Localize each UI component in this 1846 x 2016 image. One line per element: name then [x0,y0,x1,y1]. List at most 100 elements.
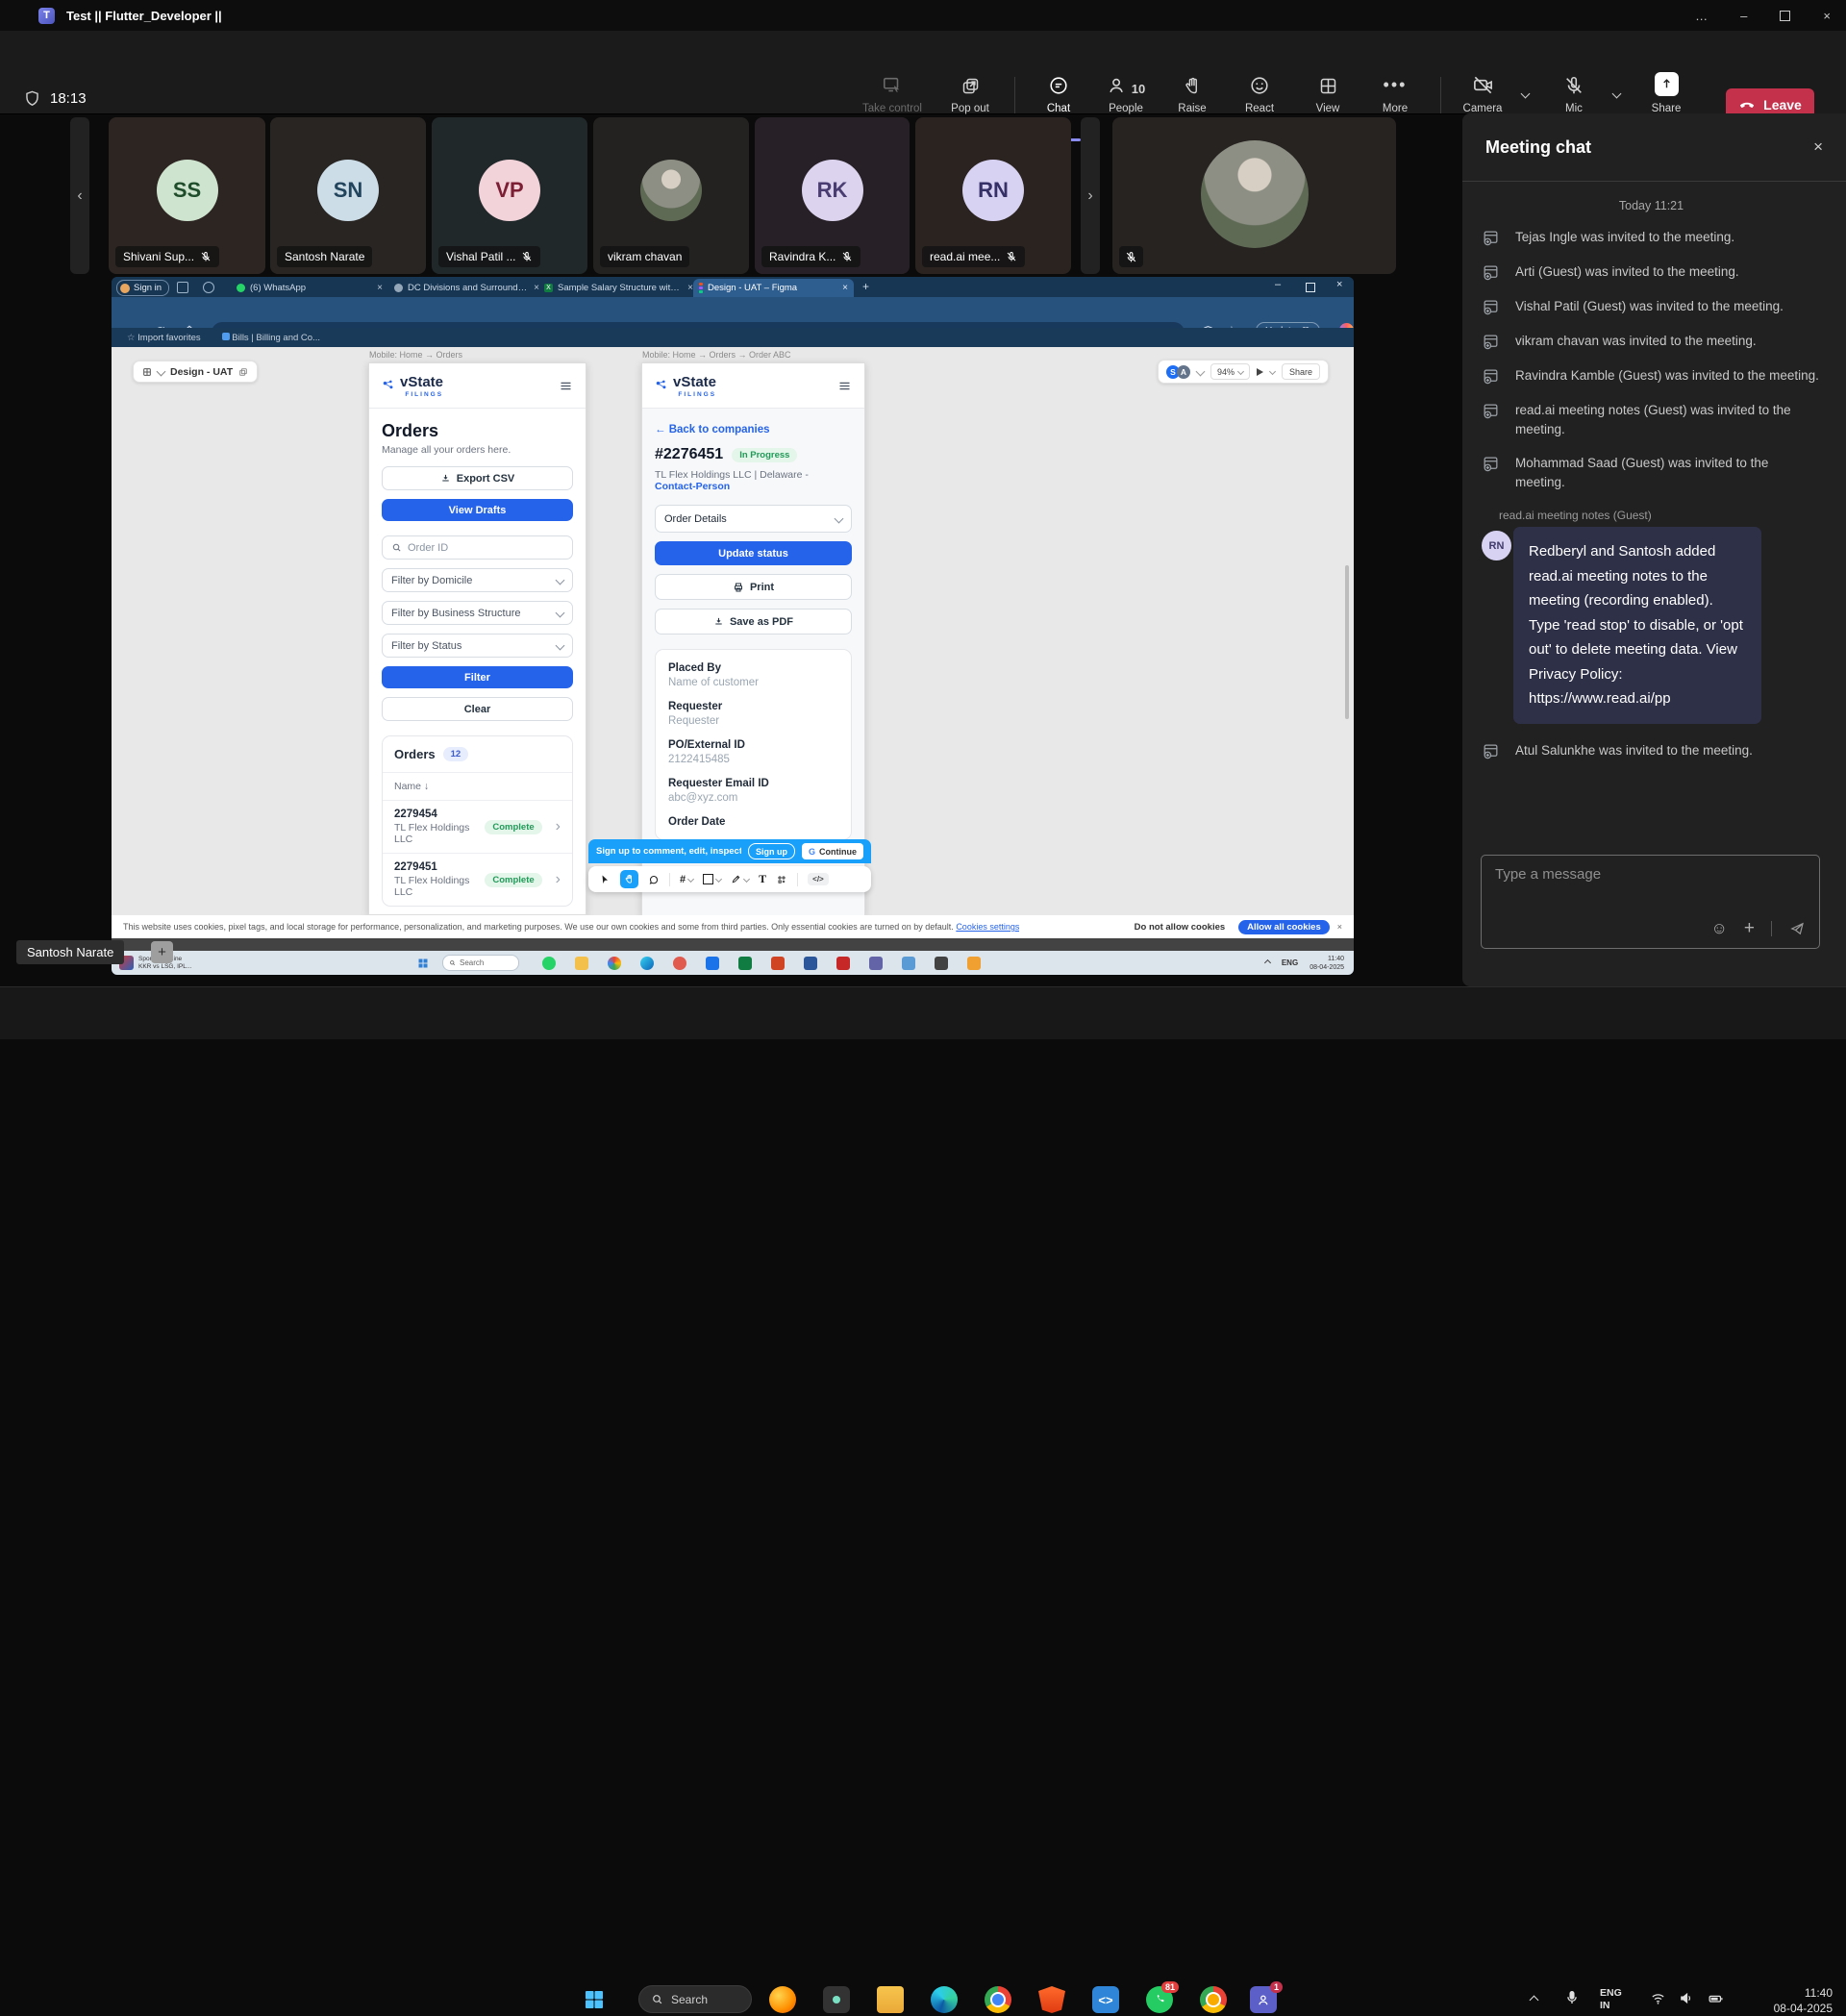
tab-close-icon[interactable]: × [842,283,848,293]
shared-tray-chevron-icon[interactable] [1264,959,1271,966]
browser-maximize-icon[interactable] [1306,283,1315,292]
duplicate-icon[interactable] [238,367,248,377]
shared-start-icon[interactable] [417,958,429,969]
shared-language[interactable]: ENG [1282,958,1298,967]
collaborator-avatar[interactable]: A [1177,365,1190,379]
zoom-control[interactable]: 94% [1210,363,1250,380]
browser-minimize-icon[interactable]: – [1275,279,1281,290]
start-button[interactable] [583,1988,606,2011]
bookmark-item[interactable]: ☆ Import favorites [127,333,201,343]
tray-chevron-icon[interactable] [1530,1996,1539,2005]
column-header-name[interactable]: Name ↓ [383,772,572,800]
new-tab-icon[interactable]: + [862,280,869,293]
send-icon[interactable] [1788,920,1806,937]
close-icon[interactable]: × [1813,137,1823,157]
people-button[interactable]: 10 People [1091,73,1160,114]
chat-message[interactable]: RN Redberyl and Santosh added read.ai me… [1482,527,1821,724]
participant-tile[interactable]: SS Shivani Sup... [109,117,265,274]
camera-options-chevron-icon[interactable] [1521,89,1531,99]
browser-tab-active[interactable]: Design - UAT – Figma× [693,279,854,297]
frame-label[interactable]: Mobile: Home → Orders [369,350,462,360]
tab-close-icon[interactable]: × [377,283,383,293]
order-id-input[interactable]: Order ID [382,535,573,560]
edge-icon[interactable] [931,1986,958,2013]
share-button[interactable]: Share [1637,73,1695,114]
taskbar-search-box[interactable]: Search [638,1985,752,2013]
file-explorer-icon[interactable] [877,1986,904,2013]
google-continue-button[interactable]: GContinue [802,843,863,859]
mobile-frame-orders[interactable]: vStateFILINGS Orders Manage all your ord… [368,362,586,915]
volume-icon[interactable] [1679,1990,1695,2006]
raise-hand-button[interactable]: Raise [1161,73,1223,114]
print-button[interactable]: Print [655,574,852,600]
browser-tab[interactable]: DC Divisions and Surroundings× [388,279,545,297]
canvas-scrollbar[interactable] [1345,565,1349,719]
frame-label[interactable]: Mobile: Home → Orders → Order ABC [642,350,791,360]
chrome-profile-icon[interactable] [1200,1986,1227,2013]
order-row[interactable]: 2279451TL Flex Holdings LLC Complete › [383,853,572,906]
view-button[interactable]: View [1297,73,1359,114]
shared-clock[interactable]: 11:4008-04-2025 [1310,955,1344,972]
hand-tool-icon-active[interactable] [620,870,638,888]
save-pdf-button[interactable]: Save as PDF [655,609,852,635]
teams-icon[interactable]: 1 [1250,1986,1277,2013]
cookie-close-icon[interactable]: × [1337,922,1342,932]
pop-out-button[interactable]: Pop out [939,73,1001,114]
present-options-chevron-icon[interactable] [1269,368,1276,375]
mic-button[interactable]: Mic [1547,73,1601,114]
app-icon-dark[interactable] [823,1986,850,2013]
participant-tile[interactable]: SN Santosh Narate [270,117,426,274]
deny-cookies-button[interactable]: Do not allow cookies [1135,922,1226,933]
whatsapp-icon[interactable]: 81 [1146,1986,1173,2013]
news-widget[interactable]: Sports headlineKKR vs LSG, IPL... [119,956,263,971]
update-status-button[interactable]: Update status [655,541,852,565]
hamburger-icon[interactable] [559,379,573,393]
camera-button[interactable]: Camera [1456,73,1509,114]
window-maximize-icon[interactable] [1780,11,1790,21]
firefox-icon[interactable] [769,1986,796,2013]
more-button[interactable]: ••• More [1364,73,1426,114]
participant-tile[interactable]: vikram chavan [593,117,749,274]
browser-close-icon[interactable]: × [1336,279,1342,290]
chat-message-list[interactable]: Today 11:21 Tejas Ingle was invited to t… [1462,182,1846,760]
mobile-frame-order-detail[interactable]: vStateFILINGS ← Back to companies #22764… [641,362,865,915]
chrome-icon[interactable] [985,1986,1011,2013]
vscode-icon[interactable]: <> [1092,1986,1119,2013]
clear-button[interactable]: Clear [382,697,573,721]
cookie-settings-link[interactable]: Cookies settings [956,922,1019,932]
shared-search-box[interactable]: Search [442,955,519,971]
participant-tile[interactable]: RK Ravindra K... [755,117,910,274]
react-button[interactable]: React [1229,73,1290,114]
brave-icon[interactable] [1038,1986,1065,2013]
allow-cookies-button[interactable]: Allow all cookies [1238,920,1330,934]
comment-tool-icon[interactable] [648,874,660,885]
move-tool-icon[interactable] [599,874,611,885]
workspaces-icon[interactable] [177,282,188,293]
plus-button[interactable]: + [151,941,173,963]
language-indicator[interactable]: ENGIN [1600,1987,1622,2012]
mic-options-chevron-icon[interactable] [1612,89,1622,99]
window-close-icon[interactable]: × [1823,9,1831,23]
browser-tab[interactable]: (6) WhatsApp× [231,279,388,297]
hamburger-icon[interactable] [837,379,852,393]
filter-button[interactable]: Filter [382,666,573,688]
bookmark-item[interactable]: Bills | Billing and Co... [222,333,320,343]
scroll-right-button[interactable]: › [1081,117,1100,274]
tray-mic-icon[interactable] [1563,1989,1581,2006]
tab-actions-icon[interactable] [203,282,214,293]
attach-plus-icon[interactable]: + [1744,918,1755,939]
figma-share-button[interactable]: Share [1282,363,1320,380]
wifi-icon[interactable] [1650,1990,1666,2006]
filter-domicile-select[interactable]: Filter by Domicile [382,568,573,592]
participant-tile[interactable]: RN read.ai mee... [915,117,1071,274]
order-row[interactable]: 2279454TL Flex Holdings LLC Complete › [383,800,572,853]
text-tool-icon[interactable]: T [759,872,766,886]
frame-tool-icon[interactable]: # [680,874,693,885]
signup-button[interactable]: Sign up [748,843,795,859]
filter-business-select[interactable]: Filter by Business Structure [382,601,573,625]
spotlight-tile[interactable] [1112,117,1396,274]
view-drafts-button[interactable]: View Drafts [382,499,573,521]
scroll-left-button[interactable]: ‹ [70,117,89,274]
export-csv-button[interactable]: Export CSV [382,466,573,490]
battery-icon[interactable] [1708,1990,1724,2006]
